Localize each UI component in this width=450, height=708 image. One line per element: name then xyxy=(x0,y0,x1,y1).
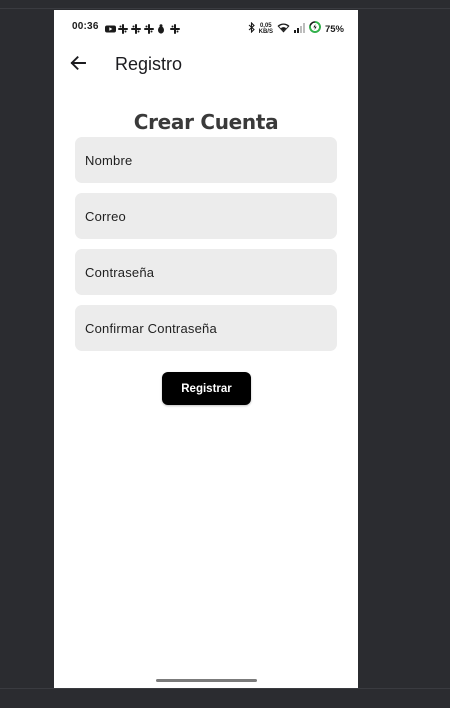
editor-top-border xyxy=(0,8,450,9)
editor-bottom-border xyxy=(0,688,450,689)
email-field-placeholder: Correo xyxy=(85,208,126,224)
slack-icon xyxy=(170,21,180,34)
name-field-placeholder: Nombre xyxy=(85,152,133,168)
wifi-icon xyxy=(277,20,290,38)
system-status: 0,05 KB/S 75% xyxy=(248,20,344,38)
bug-icon xyxy=(157,21,167,34)
arrow-left-icon xyxy=(69,54,87,77)
slack-icon xyxy=(118,21,128,34)
battery-percentage: 75% xyxy=(324,23,344,35)
signal-icon xyxy=(293,20,305,38)
app-bar: Registro xyxy=(54,44,358,86)
notification-icons xyxy=(105,21,180,34)
network-speed: 0,05 KB/S xyxy=(259,23,273,35)
email-field[interactable]: Correo xyxy=(75,193,337,239)
register-button[interactable]: Registrar xyxy=(162,372,251,405)
youtube-icon xyxy=(105,21,116,33)
network-speed-unit: KB/S xyxy=(258,29,273,35)
name-field[interactable]: Nombre xyxy=(75,137,337,183)
slack-icon xyxy=(144,21,154,34)
page-title: Registro xyxy=(115,54,183,74)
back-button[interactable] xyxy=(66,53,90,77)
form-title: Crear Cuenta xyxy=(133,110,279,134)
status-time: 00:36 xyxy=(72,21,99,32)
password-field-placeholder: Contraseña xyxy=(85,264,155,280)
slack-icon xyxy=(131,21,141,34)
bluetooth-icon xyxy=(248,20,255,38)
phone-screen: 00:36 0,05 KB/S 75% Registro Crear Cuent… xyxy=(54,10,358,688)
status-bar: 00:36 0,05 KB/S 75% xyxy=(54,10,358,44)
confirm-password-field-placeholder: Confirmar Contraseña xyxy=(85,320,217,336)
password-field[interactable]: Contraseña xyxy=(75,249,337,295)
battery-icon xyxy=(309,20,321,38)
confirm-password-field[interactable]: Confirmar Contraseña xyxy=(75,305,337,351)
home-indicator[interactable] xyxy=(156,679,257,682)
